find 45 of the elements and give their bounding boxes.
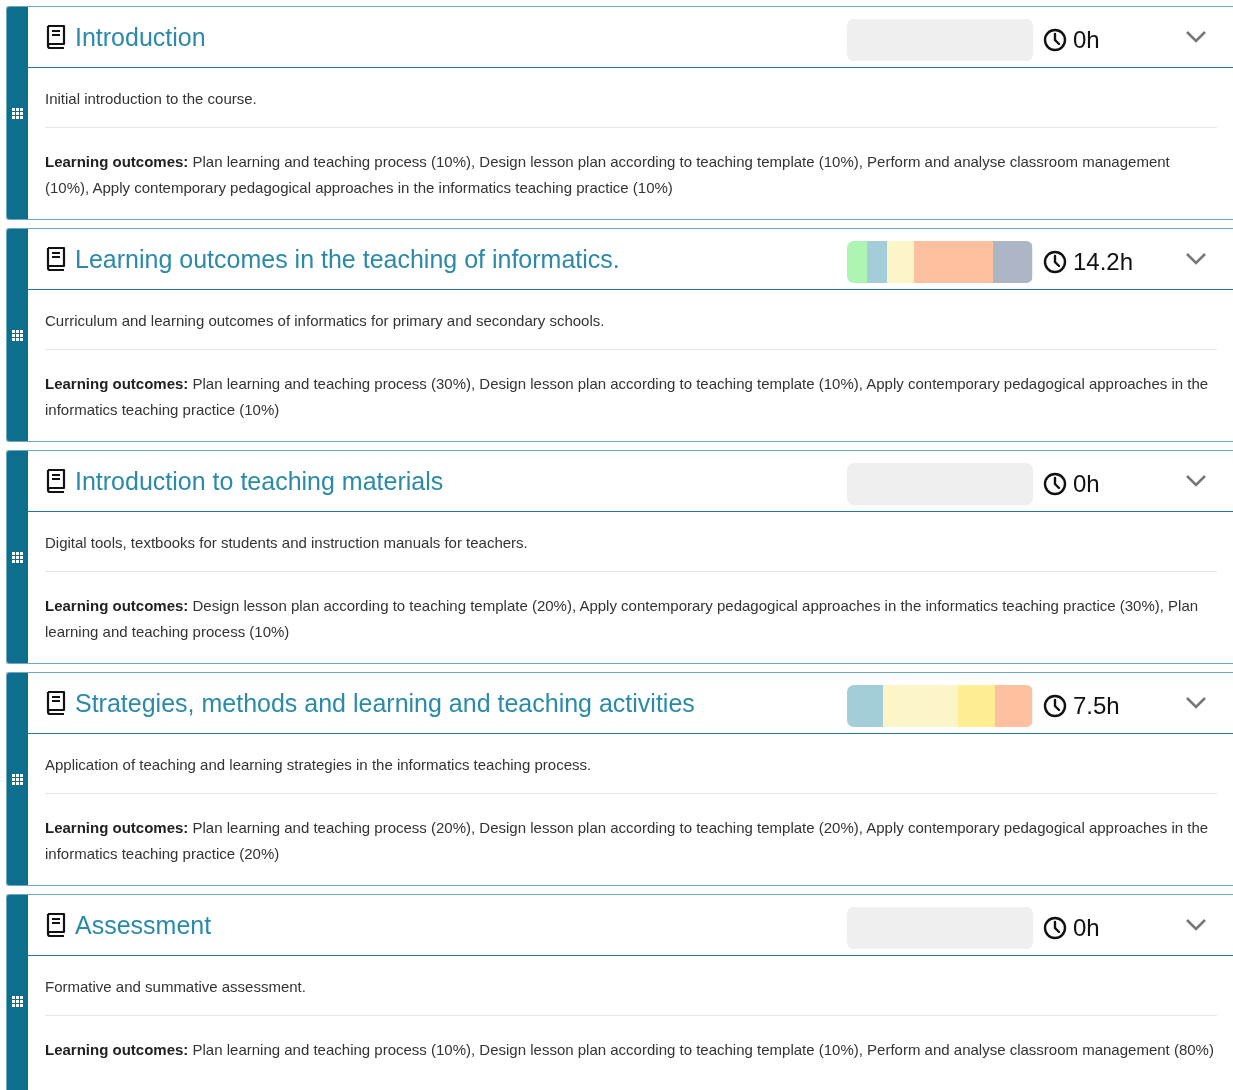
- hours-total: 0h: [1073, 914, 1101, 942]
- clock-icon: [1043, 472, 1067, 496]
- drag-handle[interactable]: [7, 7, 28, 219]
- drag-handle[interactable]: [7, 451, 28, 663]
- drag-handle[interactable]: [7, 895, 28, 1090]
- learning-outcomes: Learning outcomes: Plan learning and teaching process (20%), Design lesson plan according to teaching template (20%), Apply contemporary pedagogical approaches in the informatics teaching practice (20%): [45, 818, 1210, 864]
- book-icon: [45, 468, 67, 494]
- grip-icon: [12, 995, 23, 1007]
- learning-outcomes: Learning outcomes: Plan learning and teaching process (10%), Design lesson plan according to teaching template (10%), Perform and analyse classroom management (80%): [45, 1040, 1215, 1060]
- unit-title[interactable]: Learning outcomes in the teaching of informatics.: [75, 244, 847, 274]
- learning-outcomes: Learning outcomes: Plan learning and teaching process (10%), Design lesson plan according to teaching template (10%), Perform and analyse classroom management (10%), Apply contemporary pedagogical approaches in the informatics teaching practice (10%): [45, 152, 1171, 198]
- book-icon: [45, 246, 67, 272]
- hours-total: 7.5h: [1073, 692, 1121, 720]
- hours-total: 14.2h: [1073, 248, 1135, 276]
- unit-description: Initial introduction to the course.: [45, 90, 258, 107]
- clock-icon: [1043, 250, 1067, 274]
- chevron-down-icon[interactable]: [1185, 918, 1207, 932]
- book-icon: [45, 24, 67, 50]
- learning-outcomes: Learning outcomes: Plan learning and teaching process (30%), Design lesson plan according to teaching template (10%), Apply contemporary pedagogical approaches in the informatics teaching practice (10%): [45, 374, 1210, 420]
- drag-handle[interactable]: [7, 673, 28, 885]
- hours-total: 0h: [1073, 470, 1101, 498]
- chevron-down-icon[interactable]: [1185, 474, 1207, 488]
- unit-title[interactable]: Strategies, methods and learning and teaching activities: [75, 688, 847, 718]
- grip-icon: [12, 773, 23, 785]
- grip-icon: [12, 329, 23, 341]
- unit-title[interactable]: Introduction: [75, 22, 847, 52]
- chevron-down-icon[interactable]: [1185, 30, 1207, 44]
- grip-icon: [12, 107, 23, 119]
- unit-description: Curriculum and learning outcomes of informatics for primary and secondary schools.: [45, 312, 606, 329]
- chevron-down-icon[interactable]: [1185, 252, 1207, 266]
- clock-icon: [1043, 916, 1067, 940]
- book-icon: [45, 912, 67, 938]
- drag-handle[interactable]: [7, 229, 28, 441]
- clock-icon: [1043, 694, 1067, 718]
- clock-icon: [1043, 28, 1067, 52]
- learning-outcomes: Learning outcomes: Design lesson plan according to teaching template (20%), Apply contemporary pedagogical approaches in the informatics teaching practice (30%), Plan learning and teaching process (10%): [45, 596, 1200, 642]
- grip-icon: [12, 551, 23, 563]
- unit-description: Application of teaching and learning strategies in the informatics teaching process.: [45, 756, 593, 773]
- unit-description: Digital tools, textbooks for students and instruction manuals for teachers.: [45, 534, 529, 551]
- unit-title[interactable]: Assessment: [75, 910, 847, 940]
- unit-title[interactable]: Introduction to teaching materials: [75, 466, 847, 496]
- book-icon: [45, 690, 67, 716]
- unit-description: Formative and summative assessment.: [45, 978, 307, 995]
- chevron-down-icon[interactable]: [1185, 696, 1207, 710]
- hours-total: 0h: [1073, 26, 1101, 54]
